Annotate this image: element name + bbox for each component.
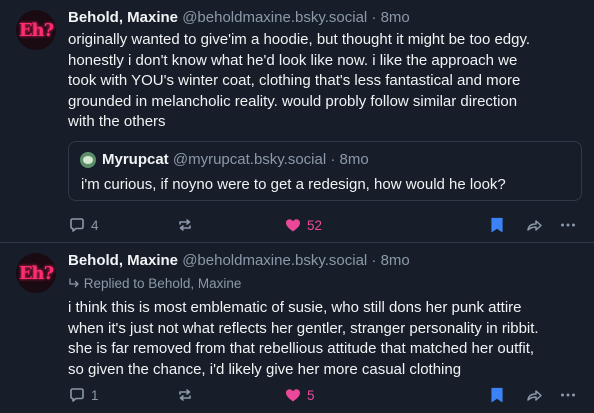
like-count: 5 [307,387,315,403]
post-actions: 1 5 [68,384,582,406]
post-header: Behold, Maxine @beholdmaxine.bsky.social… [68,8,580,28]
more-options-button[interactable] [559,214,577,236]
post-text-line: honestly i don't know what he'd look lik… [68,51,518,69]
like-button[interactable]: 52 [284,214,322,236]
separator-dot: · [371,9,377,26]
separator-dot: · [330,151,336,168]
ellipsis-icon [559,386,577,404]
avatar-logo-text: Eh? [18,262,54,284]
reply-count: 4 [91,217,99,233]
more-options-button[interactable] [559,384,577,406]
quoted-post-header: Myrupcat @myrupcat.bsky.social · 8mo [102,150,369,170]
post-header: Behold, Maxine @beholdmaxine.bsky.social… [68,251,580,271]
repost-arrows-icon [176,386,194,404]
reply-button[interactable]: 4 [68,214,99,236]
post-timestamp[interactable]: 8mo [381,9,410,26]
bookmark-button[interactable] [489,214,505,236]
ellipsis-icon [559,216,577,234]
avatar-logo-text: Eh? [18,19,54,41]
quoted-post[interactable]: Myrupcat @myrupcat.bsky.social · 8mo i'm… [68,141,582,201]
repost-button[interactable] [176,384,194,406]
share-arrow-icon [525,386,543,404]
repost-arrows-icon [176,216,194,234]
like-count: 52 [307,217,323,233]
avatar[interactable]: Eh? [16,253,56,293]
post-text-line: i think this is most emblematic of susie… [68,299,522,316]
post[interactable]: Eh? Behold, Maxine @beholdmaxine.bsky.so… [0,0,594,243]
share-button[interactable] [525,214,543,236]
post-text-line: when it's just not what reflects her gen… [68,319,539,337]
share-button[interactable] [525,384,543,406]
post-text-line: so given the chance, i'd likely give her… [68,360,462,378]
like-button[interactable]: 5 [284,384,315,406]
post-text-line: originally wanted to give'im a hoodie, b… [68,31,531,48]
replied-to-text: Replied to Behold, Maxine [83,276,242,291]
bookmark-icon [489,216,505,234]
avatar[interactable]: Eh? [16,10,56,50]
replied-to-indicator[interactable]: Replied to Behold, Maxine [68,275,241,293]
heart-icon [284,216,302,234]
post-text: i think this is most emblematic of susie… [68,298,582,380]
quoted-author-handle: @myrupcat.bsky.social [172,151,327,168]
post-actions: 4 52 [68,214,582,236]
quoted-author-name: Myrupcat [102,151,169,168]
author-name[interactable]: Behold, Maxine [68,9,178,26]
quoted-timestamp: 8mo [339,151,369,168]
bookmark-button[interactable] [489,384,505,406]
post[interactable]: Eh? Behold, Maxine @beholdmaxine.bsky.so… [0,243,594,413]
author-name[interactable]: Behold, Maxine [68,252,178,269]
quoted-post-text: i'm curious, if noyno were to get a rede… [81,176,506,193]
post-text-line: took with YOU's winter coat, clothing th… [68,72,521,89]
heart-icon [284,386,302,404]
post-text: originally wanted to give'im a hoodie, b… [68,30,582,133]
author-handle[interactable]: @beholdmaxine.bsky.social [182,252,367,269]
speech-bubble-icon [68,386,86,404]
speech-bubble-icon [68,216,86,234]
post-text-line: grounded in melancholic reality. would p… [68,92,518,110]
quoted-avatar[interactable] [80,152,96,168]
share-arrow-icon [525,216,543,234]
post-timestamp[interactable]: 8mo [381,252,410,269]
reply-count: 1 [91,387,99,403]
reply-button[interactable]: 1 [68,384,99,406]
post-text-line: with the others [68,113,166,130]
reply-arrow-icon [68,276,84,291]
post-text-line: she is far removed from that rebellious … [68,340,535,357]
separator-dot: · [371,252,377,269]
author-handle[interactable]: @beholdmaxine.bsky.social [182,9,367,26]
bookmark-icon [489,386,505,404]
repost-button[interactable] [176,214,194,236]
